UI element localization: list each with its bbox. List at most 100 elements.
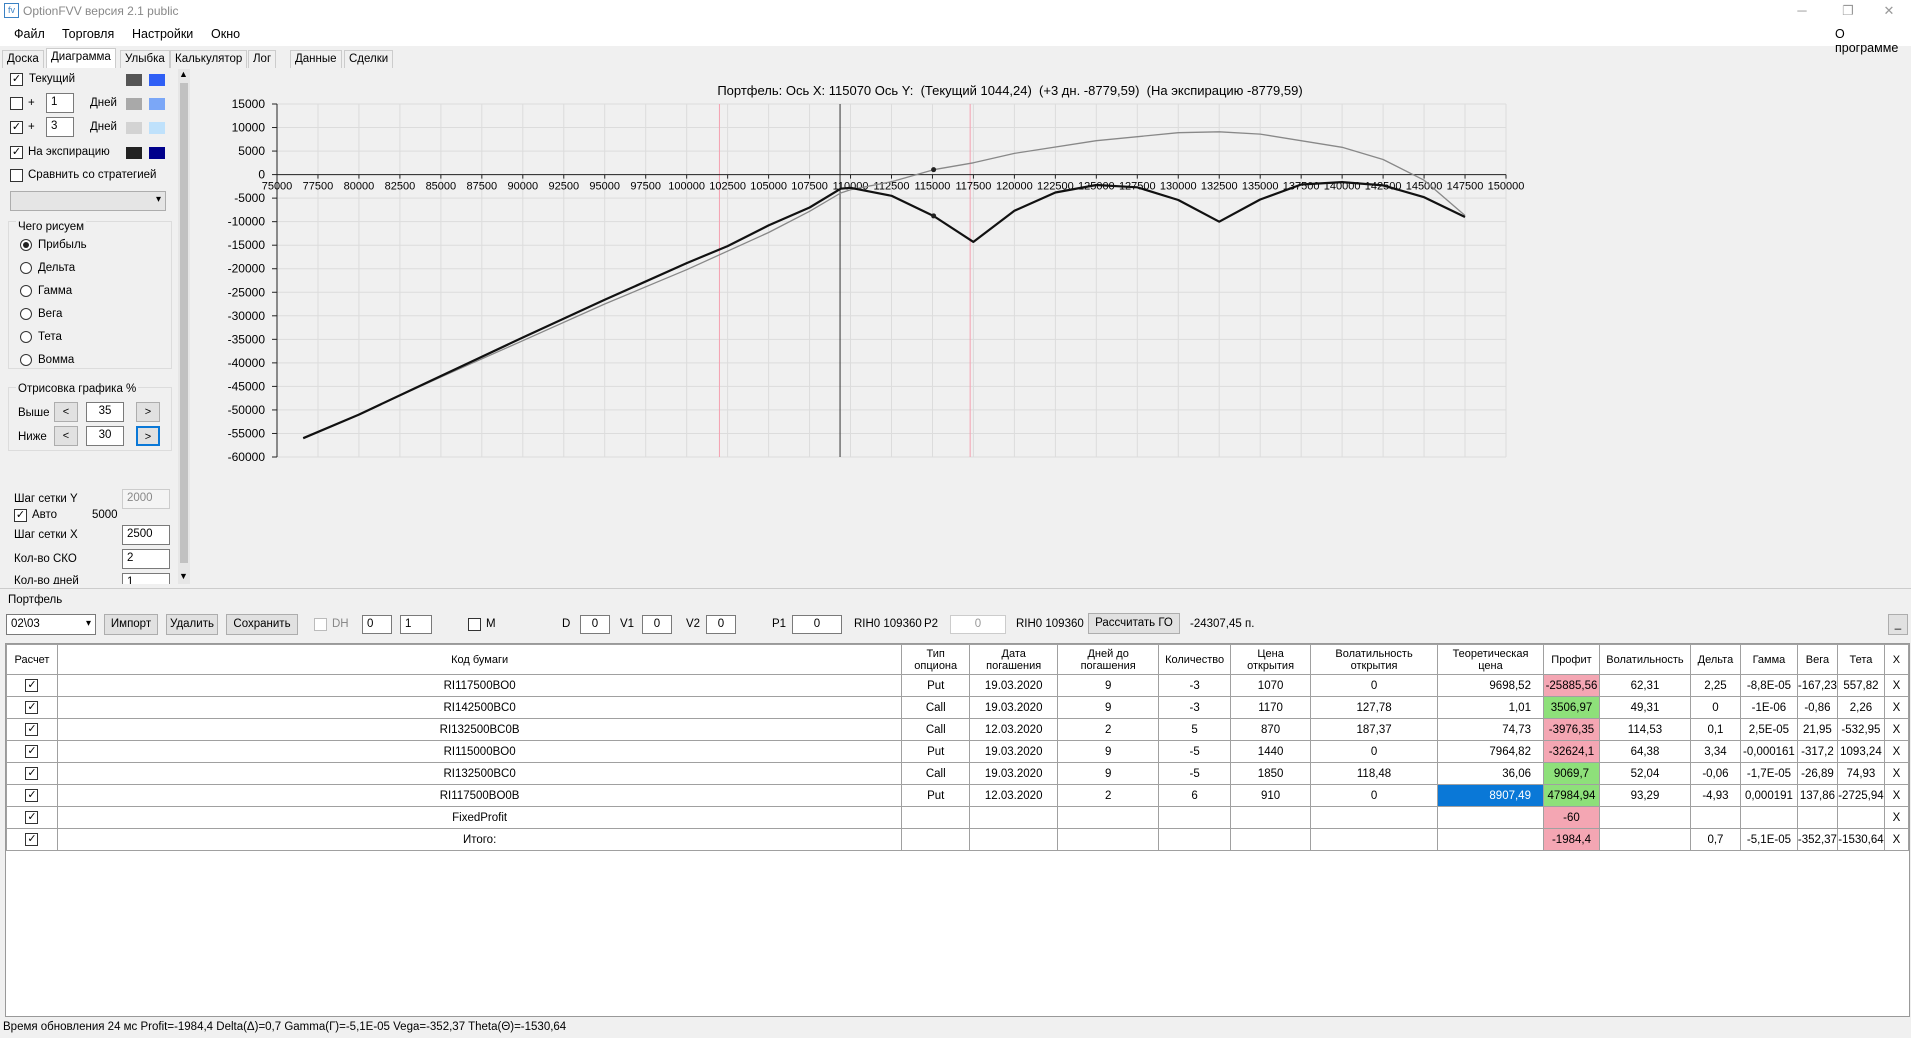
col-header-profit[interactable]: Профит [1542, 644, 1600, 675]
plus1-color-swatch-2[interactable] [149, 98, 165, 110]
calc-checkbox[interactable]: ✓ [25, 701, 39, 714]
tab-calculator[interactable]: Калькулятор [170, 50, 248, 68]
above-increase-button[interactable]: > [136, 402, 160, 422]
cell-expiry-date[interactable] [969, 828, 1059, 851]
calc-go-button[interactable]: Рассчитать ГО [1088, 613, 1180, 634]
cell-days-left[interactable]: 9 [1057, 674, 1160, 697]
cell-gamma[interactable]: -0,000161 [1739, 740, 1798, 763]
menu-file[interactable]: Файл [14, 27, 45, 41]
panel-minimize-button[interactable]: _ [1888, 614, 1908, 635]
cell-theo-price[interactable]: 36,06 [1437, 762, 1544, 785]
scroll-down-icon[interactable]: ▼ [179, 571, 188, 581]
menu-window[interactable]: Окно [211, 27, 240, 41]
cell-open-price[interactable] [1230, 806, 1312, 829]
col-header-volatility[interactable]: Волатильность [1598, 644, 1691, 675]
import-button[interactable]: Импорт [104, 614, 158, 635]
col-header-delete[interactable]: X [1883, 644, 1910, 675]
cell-days-left[interactable]: 9 [1057, 696, 1160, 719]
cell-days-left[interactable]: 2 [1057, 784, 1160, 807]
cell-theta[interactable] [1836, 806, 1885, 829]
cell-code[interactable]: RI117500BO0 [56, 674, 903, 697]
table-row[interactable]: ✓ RI132500BC0B Call 12.03.2020 2 5 870 187,37 74… [6, 718, 1910, 741]
cell-profit[interactable]: 47984,94 [1542, 784, 1600, 807]
v1-input[interactable]: 0 [642, 615, 672, 634]
cell-vega[interactable] [1796, 806, 1838, 829]
plus1-color-swatch[interactable] [126, 98, 142, 110]
cell-open-price[interactable]: 870 [1230, 718, 1312, 741]
calc-checkbox[interactable]: ✓ [25, 833, 39, 846]
plus3-days-input[interactable]: 3 [46, 117, 74, 137]
cell-vega[interactable]: -26,89 [1796, 762, 1838, 785]
cell-quantity[interactable] [1158, 828, 1232, 851]
cell-profit[interactable]: -32624,1 [1542, 740, 1600, 763]
col-header-calc[interactable]: Расчет [6, 644, 58, 675]
days-count-input[interactable]: 1 [122, 573, 170, 584]
d-input[interactable]: 0 [580, 615, 610, 634]
cell-code[interactable]: Итого: [56, 828, 903, 851]
table-row[interactable]: ✓ Итого: -1984,4 0,7 -5,1E-05 -352,37 -1530,64… [6, 828, 1910, 851]
cell-volatility[interactable]: 64,38 [1598, 740, 1691, 763]
grid-y-input[interactable]: 2000 [122, 489, 170, 509]
calc-checkbox-cell[interactable]: ✓ [6, 784, 58, 807]
cell-profit[interactable]: -25885,56 [1542, 674, 1600, 697]
profit-chart[interactable]: 15000 10000 5000 0 -5000 -10000 -15000 -20000 -2… [190, 69, 1910, 584]
calc-checkbox-cell[interactable]: ✓ [6, 696, 58, 719]
table-row[interactable]: ✓ RI115000BO0 Put 19.03.2020 9 -5 1440 0 7964,82… [6, 740, 1910, 763]
cell-open-price[interactable]: 910 [1230, 784, 1312, 807]
col-header-expiry-date[interactable]: Дата погашения [969, 644, 1059, 675]
cell-gamma[interactable]: -8,8E-05 [1739, 674, 1798, 697]
cell-theta[interactable]: -1530,64 [1836, 828, 1885, 851]
cell-delta[interactable]: 0 [1689, 696, 1741, 719]
current-color-swatch[interactable] [126, 74, 142, 86]
cell-expiry-date[interactable]: 19.03.2020 [969, 696, 1059, 719]
cell-days-left[interactable]: 2 [1057, 718, 1160, 741]
compare-checkbox[interactable] [10, 169, 23, 182]
menu-settings[interactable]: Настройки [132, 27, 193, 41]
cell-theta[interactable]: 1093,24 [1836, 740, 1885, 763]
cell-theo-price[interactable]: 8907,49 [1437, 784, 1544, 807]
portfolio-date-select[interactable]: 02\03 ▾ [6, 614, 96, 635]
table-row[interactable]: ✓ RI117500BO0B Put 12.03.2020 2 6 910 0 8907,49 4… [6, 784, 1910, 807]
cell-theta[interactable]: 74,93 [1836, 762, 1885, 785]
cell-theo-price[interactable]: 1,01 [1437, 696, 1544, 719]
tab-board[interactable]: Доска [2, 50, 44, 68]
cell-expiry-date[interactable]: 19.03.2020 [969, 762, 1059, 785]
cell-vega[interactable]: -317,2 [1796, 740, 1838, 763]
cell-theta[interactable]: -2725,94 [1836, 784, 1885, 807]
cell-volatility[interactable]: 62,31 [1598, 674, 1691, 697]
cell-vega[interactable]: -167,23 [1796, 674, 1838, 697]
radio-vega[interactable] [20, 308, 32, 320]
cell-code[interactable]: FixedProfit [56, 806, 903, 829]
cell-open-vol[interactable]: 0 [1310, 784, 1439, 807]
calc-checkbox[interactable]: ✓ [25, 745, 39, 758]
cell-quantity[interactable]: -5 [1158, 762, 1232, 785]
radio-delta[interactable] [20, 262, 32, 274]
col-header-vega[interactable]: Вега [1796, 644, 1838, 675]
cell-profit[interactable]: 3506,97 [1542, 696, 1600, 719]
delete-button[interactable]: Удалить [166, 614, 218, 635]
cell-volatility[interactable] [1598, 806, 1691, 829]
cell-profit[interactable]: -1984,4 [1542, 828, 1600, 851]
cell-gamma[interactable]: -1E-06 [1739, 696, 1798, 719]
cell-vega[interactable]: -0,86 [1796, 696, 1838, 719]
cell-days-left[interactable] [1057, 806, 1160, 829]
cell-theo-price[interactable]: 9698,52 [1437, 674, 1544, 697]
delete-row-button[interactable]: X [1883, 762, 1910, 785]
plus3-color-swatch[interactable] [126, 122, 142, 134]
splitter[interactable] [0, 588, 1911, 589]
cell-expiry-date[interactable]: 19.03.2020 [969, 740, 1059, 763]
current-color-swatch-2[interactable] [149, 74, 165, 86]
calc-checkbox[interactable]: ✓ [25, 811, 39, 824]
dh-stepper-2[interactable]: 1 [400, 615, 432, 634]
radio-gamma[interactable] [20, 285, 32, 297]
table-row[interactable]: ✓ RI117500BO0 Put 19.03.2020 9 -3 1070 0 9698,52… [6, 674, 1910, 697]
cell-expiry-date[interactable]: 19.03.2020 [969, 674, 1059, 697]
cell-delta[interactable]: -4,93 [1689, 784, 1741, 807]
cell-open-vol[interactable] [1310, 828, 1439, 851]
cell-open-vol[interactable] [1310, 806, 1439, 829]
cell-gamma[interactable]: 0,000191 [1739, 784, 1798, 807]
cell-gamma[interactable] [1739, 806, 1798, 829]
cell-delta[interactable]: 0,7 [1689, 828, 1741, 851]
delete-row-button[interactable]: X [1883, 806, 1910, 829]
plus1-days-input[interactable]: 1 [46, 93, 74, 113]
